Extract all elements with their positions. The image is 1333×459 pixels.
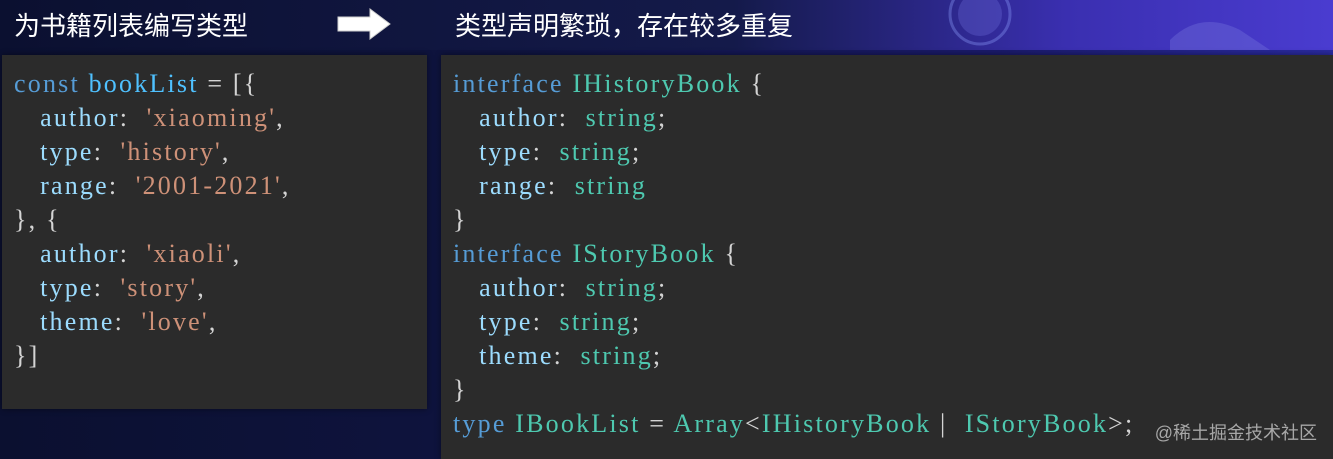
type-name: IStoryBook bbox=[572, 239, 716, 268]
interface-keyword: interface bbox=[453, 239, 564, 268]
string-value: 'xiaoming' bbox=[146, 103, 277, 132]
prop-type: type bbox=[40, 273, 94, 302]
prop-range: range bbox=[479, 171, 548, 200]
string-value: '2001-2021' bbox=[135, 171, 282, 200]
code-token: } bbox=[453, 375, 468, 404]
type-name: Array bbox=[673, 409, 746, 438]
const-keyword: const bbox=[14, 69, 80, 98]
left-title: 为书籍列表编写类型 bbox=[14, 11, 249, 41]
type-name: IHistoryBook bbox=[572, 69, 742, 98]
type-name: IHistoryBook bbox=[761, 409, 932, 438]
right-arrow-icon bbox=[337, 8, 391, 40]
watermark: @稀土掘金技术社区 bbox=[1154, 423, 1317, 443]
prop-theme: theme bbox=[479, 341, 554, 370]
type-name: IStoryBook bbox=[964, 409, 1109, 438]
code-token: } bbox=[453, 205, 468, 234]
string-value: 'story' bbox=[120, 273, 198, 302]
code-panel-interfaces: interface IHistoryBook { author: string;… bbox=[441, 55, 1333, 459]
astronaut-illustration bbox=[948, 0, 1270, 50]
prop-author: author bbox=[40, 239, 120, 268]
string-value: 'history' bbox=[120, 137, 222, 166]
interface-keyword: interface bbox=[453, 69, 564, 98]
prop-type: type bbox=[40, 137, 94, 166]
prop-author: author bbox=[479, 273, 559, 302]
prop-type: type bbox=[479, 307, 533, 336]
right-title: 类型声明繁琐，存在较多重复 bbox=[455, 11, 794, 41]
type-string: string bbox=[585, 103, 658, 132]
prop-theme: theme bbox=[40, 307, 115, 336]
type-string: string bbox=[585, 273, 658, 302]
string-value: 'xiaoli' bbox=[146, 239, 233, 268]
interfaces-code: interface IHistoryBook { author: string;… bbox=[453, 69, 1135, 438]
code-token: }] bbox=[14, 341, 40, 370]
string-value: 'love' bbox=[141, 307, 209, 336]
code-token: = [{ bbox=[198, 69, 259, 98]
prop-type: type bbox=[479, 137, 533, 166]
prop-range: range bbox=[40, 171, 109, 200]
type-string: string bbox=[580, 341, 653, 370]
type-name: IBookList bbox=[515, 409, 641, 438]
type-string: string bbox=[574, 171, 648, 200]
prop-author: author bbox=[479, 103, 559, 132]
type-string: string bbox=[559, 137, 632, 166]
code-token: { bbox=[724, 239, 740, 268]
type-keyword: type bbox=[453, 409, 507, 438]
booklist-code: const bookList = [{ author: 'xiaoming', … bbox=[14, 69, 291, 370]
code-panel-booklist: const bookList = [{ author: 'xiaoming', … bbox=[2, 55, 427, 409]
prop-author: author bbox=[40, 103, 120, 132]
booklist-identifier: bookList bbox=[88, 69, 199, 98]
code-token: { bbox=[750, 69, 766, 98]
code-token: }, { bbox=[14, 205, 61, 234]
type-string: string bbox=[559, 307, 632, 336]
